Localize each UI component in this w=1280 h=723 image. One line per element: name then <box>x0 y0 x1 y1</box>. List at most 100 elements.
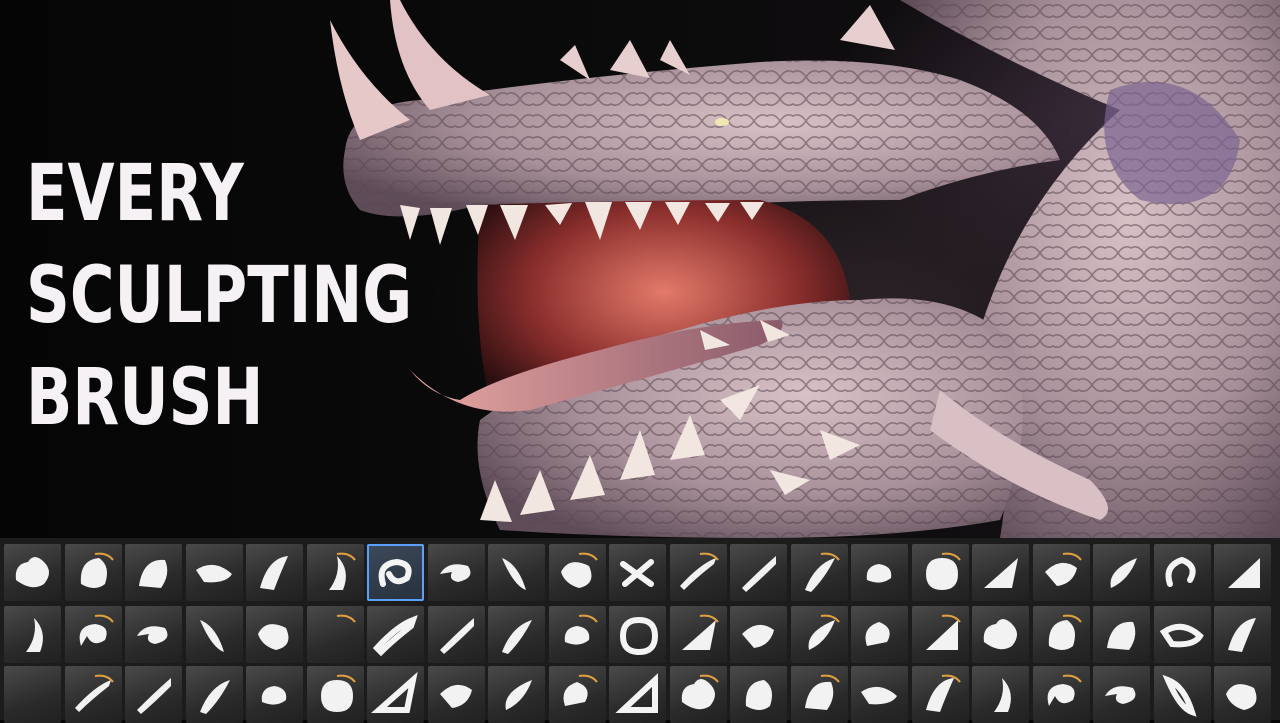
brush-button-r2c8[interactable] <box>427 606 485 663</box>
brush-button-r2c21[interactable] <box>1214 606 1271 663</box>
brush-button-r3c20[interactable] <box>1153 666 1211 723</box>
glow-spot-icon <box>1159 623 1204 648</box>
flatten-icon <box>328 552 356 590</box>
brush-button-r2c4[interactable] <box>185 606 243 663</box>
brush-button-r1c10[interactable] <box>548 544 606 601</box>
layer-icon <box>925 552 961 590</box>
brush-button-r3c16[interactable] <box>911 666 969 723</box>
brush-button-r3c6[interactable] <box>306 666 364 723</box>
brush-button-r2c11[interactable] <box>609 606 666 663</box>
brush-button-r1c4[interactable] <box>185 544 243 601</box>
brush-button-r2c13[interactable] <box>730 606 787 663</box>
soft-ramp-icon <box>925 614 961 650</box>
brush-button-r2c10[interactable] <box>548 606 606 663</box>
brush-button-r1c7[interactable] <box>367 544 424 601</box>
brush-button-r2c16[interactable] <box>911 606 969 663</box>
brush-button-r1c2[interactable] <box>64 544 122 601</box>
brush-button-r2c6[interactable] <box>306 606 364 663</box>
spiky-ball-icon <box>439 684 472 708</box>
twist-icon <box>619 616 659 656</box>
brush-button-r1c16[interactable] <box>911 544 969 601</box>
brush-button-r3c4[interactable] <box>185 666 243 723</box>
brush-palette <box>0 538 1280 723</box>
brush-button-r3c9[interactable] <box>488 666 545 723</box>
brush-button-r2c14[interactable] <box>790 606 848 663</box>
mesh-box-icon <box>439 618 474 654</box>
brush-button-r1c8[interactable] <box>427 544 485 601</box>
brush-button-r3c21[interactable] <box>1214 666 1271 723</box>
brush-button-r3c7[interactable] <box>367 666 424 723</box>
brush-button-r3c5[interactable] <box>246 666 303 723</box>
brush-button-r1c1[interactable] <box>4 544 61 601</box>
trim-icon <box>804 552 840 592</box>
brush-button-r3c10[interactable] <box>548 666 606 723</box>
spray-icon <box>861 686 897 705</box>
inflate-swirl-icon <box>439 564 470 582</box>
morph-icon <box>199 620 224 652</box>
polygroup-sphere-icon <box>681 614 719 650</box>
brush-button-r2c7[interactable] <box>367 606 424 663</box>
outline-icon <box>865 622 890 646</box>
dam-standard-icon <box>742 556 776 592</box>
flower-icon <box>1105 686 1136 704</box>
curl-icon <box>502 620 532 654</box>
horn-icon <box>79 614 114 646</box>
brush-button-r3c14[interactable] <box>790 666 848 723</box>
brush-button-r3c19[interactable] <box>1093 666 1150 723</box>
brush-button-r1c21[interactable] <box>1214 544 1271 601</box>
brush-button-r2c2[interactable] <box>64 606 122 663</box>
brush-button-r2c12[interactable] <box>669 606 727 663</box>
crease-x-icon <box>620 559 654 587</box>
fan-icon <box>745 680 772 710</box>
leaf-icon <box>925 674 961 712</box>
brush-button-r3c18[interactable] <box>1032 666 1090 723</box>
nanomesh-icon <box>866 564 892 583</box>
insert-spin-icon <box>26 618 43 652</box>
planar-icon <box>984 558 1018 588</box>
brush-button-r3c8[interactable] <box>427 666 485 723</box>
brush-button-r2c19[interactable] <box>1093 606 1150 663</box>
blob-icon <box>80 552 114 588</box>
brush-button-r1c17[interactable] <box>972 544 1029 601</box>
blocky-icon <box>261 686 287 705</box>
brush-button-r1c12[interactable] <box>669 544 727 601</box>
brush-button-r1c3[interactable] <box>125 544 182 601</box>
brush-button-r3c3[interactable] <box>125 666 182 723</box>
brush-button-r2c3[interactable] <box>125 606 182 663</box>
hook-blade-icon <box>1161 674 1197 717</box>
drop-icon <box>1110 558 1137 588</box>
brush-button-r3c13[interactable] <box>730 666 787 723</box>
brush-button-r1c20[interactable] <box>1153 544 1211 601</box>
hero-image: EVERY SCULPTING BRUSH <box>0 0 1280 538</box>
brush-button-r1c19[interactable] <box>1093 544 1150 601</box>
curve-tube-icon <box>137 626 168 644</box>
brush-button-r2c9[interactable] <box>488 606 545 663</box>
clay-tubes-icon <box>139 559 168 588</box>
brush-button-r2c20[interactable] <box>1153 606 1211 663</box>
brush-button-r1c18[interactable] <box>1032 544 1090 601</box>
brush-button-r3c1[interactable] <box>4 666 61 723</box>
brush-button-r3c2[interactable] <box>64 666 122 723</box>
brush-button-r2c5[interactable] <box>246 606 303 663</box>
brush-button-r1c15[interactable] <box>851 544 908 601</box>
flat-curve-icon <box>320 674 356 712</box>
move-icon <box>560 552 598 588</box>
brush-button-r2c18[interactable] <box>1032 606 1090 663</box>
smear-icon <box>983 619 1017 650</box>
brush-button-r3c11[interactable] <box>609 666 666 723</box>
brush-button-r1c9[interactable] <box>488 544 545 601</box>
brush-button-r1c6[interactable] <box>306 544 364 601</box>
brush-button-r3c15[interactable] <box>851 666 908 723</box>
brush-button-r1c5[interactable] <box>246 544 303 601</box>
brush-button-r2c17[interactable] <box>972 606 1029 663</box>
mask-pen-icon <box>564 614 598 645</box>
dome-icon <box>371 671 418 713</box>
brush-button-r1c14[interactable] <box>790 544 848 601</box>
brush-button-r3c12[interactable] <box>669 666 727 723</box>
pinch-icon <box>502 558 526 590</box>
brush-button-r1c13[interactable] <box>730 544 787 601</box>
brush-button-r1c11[interactable] <box>609 544 666 601</box>
brush-button-r2c1[interactable] <box>4 606 61 663</box>
brush-button-r3c17[interactable] <box>972 666 1029 723</box>
brush-button-r2c15[interactable] <box>851 606 908 663</box>
